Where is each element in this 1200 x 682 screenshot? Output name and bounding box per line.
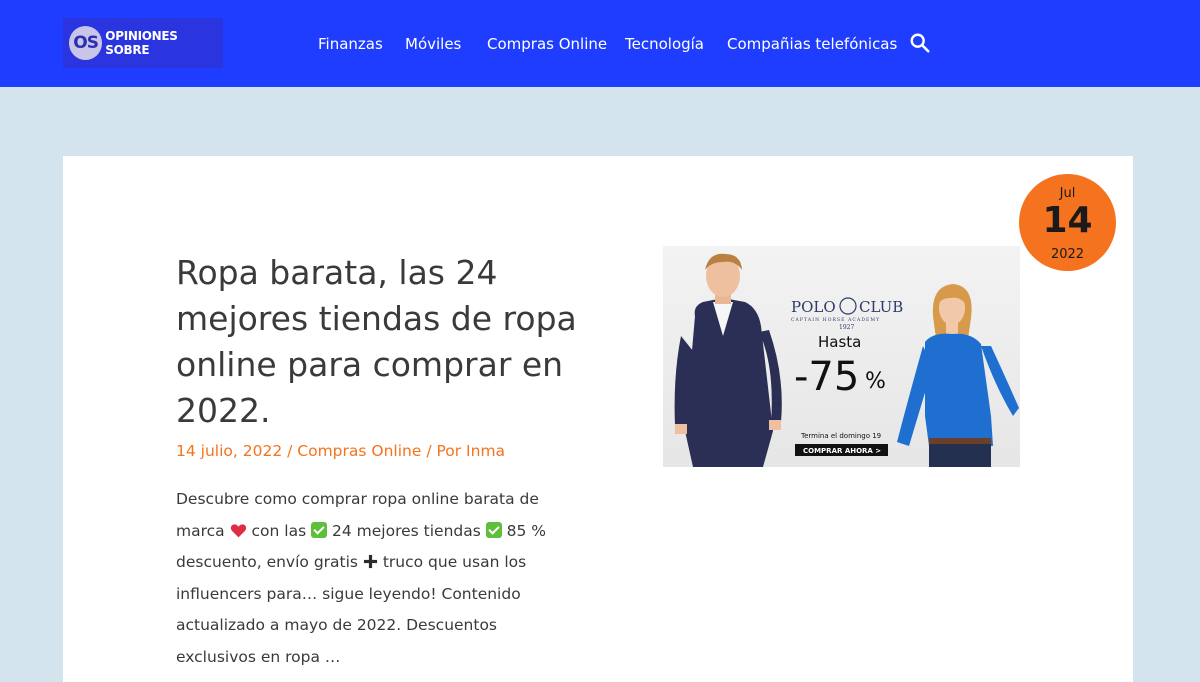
svg-text:%: % [865,369,886,394]
nav-moviles[interactable]: Móviles [405,35,461,53]
post-excerpt: Descubre como comprar ropa online barata… [176,484,576,674]
site-header: OS OPINIONES SOBRE Finanzas Móviles Comp… [0,0,1200,87]
plus-icon [363,555,377,569]
nav-finanzas[interactable]: Finanzas [318,35,383,53]
search-icon[interactable] [909,32,931,54]
heart-icon [230,523,246,537]
svg-text:Hasta: Hasta [818,333,861,351]
post-author-link[interactable]: Inma [466,442,505,460]
post-title[interactable]: Ropa barata, las 24 mejores tiendas de r… [176,250,596,434]
post-date: 14 julio, 2022 [176,442,283,460]
featured-image[interactable]: POLO CLUB CAPTAIN HORSE ACADEMY 1927 Has… [663,246,1020,467]
date-badge: Jul 14 2022 [1019,174,1116,271]
site-logo[interactable]: OS OPINIONES SOBRE [63,18,223,68]
svg-text:CAPTAIN HORSE ACADEMY: CAPTAIN HORSE ACADEMY [791,317,880,323]
check-icon [311,521,328,538]
nav-compras-online[interactable]: Compras Online [487,35,607,53]
logo-badge: OS [69,26,103,60]
woman-figure [897,284,1019,467]
svg-text:CLUB: CLUB [859,298,903,316]
excerpt-text: con las [246,521,312,540]
svg-text:-75: -75 [794,354,859,400]
svg-text:COMPRAR AHORA >: COMPRAR AHORA > [803,447,881,455]
svg-text:Termina el domingo 19: Termina el domingo 19 [800,432,881,440]
nav-companias-telefonicas[interactable]: Compañias telefónicas [727,35,897,53]
post-meta: 14 julio, 2022 / Compras Online / Por In… [176,442,505,460]
check-icon [485,521,502,538]
post-category-link[interactable]: Compras Online [297,442,421,460]
meta-separator-by: / Por [421,442,467,460]
svg-text:POLO: POLO [791,298,836,316]
date-year: 2022 [1050,247,1085,262]
man-figure [674,253,782,467]
nav-tecnologia[interactable]: Tecnología [625,35,704,53]
logo-text: OPINIONES SOBRE [105,29,178,57]
polo-club-logo: POLO CLUB CAPTAIN HORSE ACADEMY 1927 Has… [791,297,903,456]
meta-separator: / [282,442,298,460]
polo-club-banner: POLO CLUB CAPTAIN HORSE ACADEMY 1927 Has… [674,253,1019,467]
excerpt-text: 24 mejores tiendas [327,521,486,540]
svg-text:1927: 1927 [839,324,854,331]
date-day: 14 [1042,200,1093,241]
date-month: Jul [1059,186,1076,201]
